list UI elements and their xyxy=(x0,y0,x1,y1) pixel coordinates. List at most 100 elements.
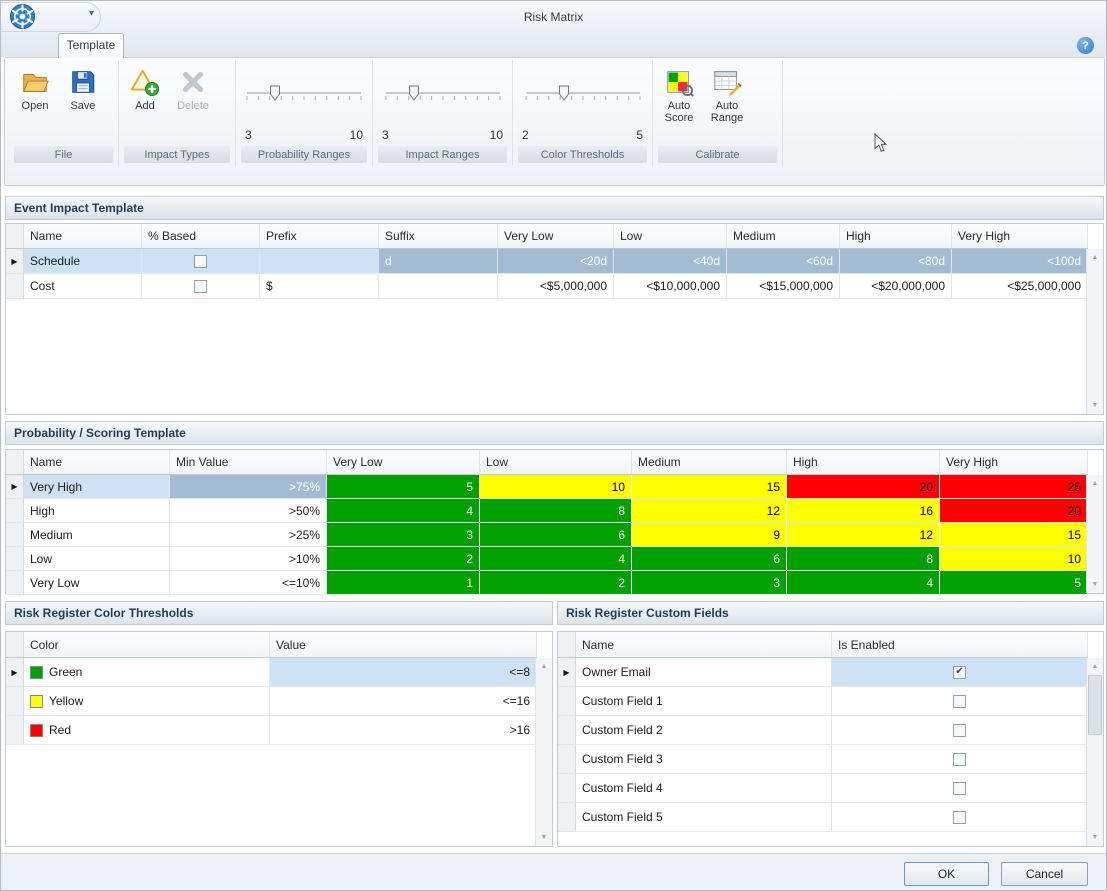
cell-name[interactable]: Custom Field 2 xyxy=(576,716,832,744)
score-cell[interactable]: 9 xyxy=(632,523,787,546)
row-indicator[interactable]: ▶ xyxy=(558,716,576,744)
tab-template[interactable]: Template xyxy=(58,33,124,58)
event-impact-row-schedule[interactable]: ▶ Schedule ✔ d <20d <40d <60d <80d <100d xyxy=(6,249,1088,274)
column-header-name[interactable]: Name xyxy=(576,632,832,657)
score-cell[interactable]: 4 xyxy=(327,499,480,522)
probability-row-high[interactable]: ▶ High >50% 4 8 12 16 20 xyxy=(6,499,1088,523)
save-button[interactable]: Save xyxy=(59,62,107,146)
score-cell[interactable]: 6 xyxy=(480,523,632,546)
is-enabled-checkbox[interactable]: ✔ xyxy=(953,724,966,737)
score-cell[interactable]: 1 xyxy=(327,571,480,594)
slider-thumb[interactable] xyxy=(409,86,418,100)
event-impact-row-cost[interactable]: ▶ Cost ✔ $ <$5,000,000 <$10,000,000 <$15… xyxy=(6,274,1088,299)
score-cell[interactable]: 25 xyxy=(940,475,1088,498)
score-cell[interactable]: 15 xyxy=(632,475,787,498)
cell-low[interactable]: <$10,000,000 xyxy=(614,274,727,298)
cell-medium[interactable]: <$15,000,000 xyxy=(727,274,840,298)
cell-suffix[interactable] xyxy=(379,274,498,298)
cell-name[interactable]: Medium xyxy=(24,523,170,546)
row-indicator[interactable]: ▶ xyxy=(6,716,24,744)
row-indicator[interactable]: ▶ xyxy=(6,249,24,273)
score-cell[interactable]: 2 xyxy=(327,547,480,570)
cell-name[interactable]: Schedule xyxy=(24,249,142,273)
color-thresholds-scrollbar[interactable]: ▲ ▼ xyxy=(535,658,552,846)
score-cell[interactable]: 3 xyxy=(327,523,480,546)
score-cell[interactable]: 8 xyxy=(480,499,632,522)
cell-color[interactable]: Red xyxy=(24,716,270,744)
column-header-very-high[interactable]: Very High xyxy=(940,450,1088,474)
score-cell[interactable]: 12 xyxy=(632,499,787,522)
column-header-low[interactable]: Low xyxy=(480,450,632,474)
is-enabled-checkbox[interactable]: ✔ xyxy=(953,811,966,824)
score-cell[interactable]: 3 xyxy=(632,571,787,594)
custom-field-row-owner-email[interactable]: ▶ Owner Email ✔ xyxy=(558,658,1088,687)
cell-is-enabled[interactable]: ✔ xyxy=(832,687,1088,715)
cell-very-high[interactable]: <$25,000,000 xyxy=(952,274,1088,298)
score-cell[interactable]: 5 xyxy=(940,571,1088,594)
scroll-down-button[interactable]: ▼ xyxy=(1087,830,1103,845)
cell-value[interactable]: <=16 xyxy=(270,687,537,715)
row-indicator[interactable]: ▶ xyxy=(6,571,24,594)
probability-row-very-low[interactable]: ▶ Very Low <=10% 1 2 3 4 5 xyxy=(6,571,1088,595)
probability-ranges-slider[interactable] xyxy=(245,84,363,110)
cell-high[interactable]: <80d xyxy=(840,249,952,273)
cancel-button[interactable]: Cancel xyxy=(1001,862,1088,886)
scrollbar-thumb[interactable] xyxy=(1088,675,1102,735)
row-indicator[interactable]: ▶ xyxy=(6,687,24,715)
delete-impact-type-button[interactable]: Delete xyxy=(169,62,217,146)
pct-based-checkbox[interactable]: ✔ xyxy=(194,280,207,293)
cell-min-value[interactable]: >25% xyxy=(170,523,327,546)
cell-value[interactable]: >16 xyxy=(270,716,537,744)
score-cell[interactable]: 4 xyxy=(787,571,940,594)
cell-name[interactable]: Cost xyxy=(24,274,142,298)
scroll-down-button[interactable]: ▼ xyxy=(1087,398,1103,413)
cell-high[interactable]: <$20,000,000 xyxy=(840,274,952,298)
cell-name[interactable]: Owner Email xyxy=(576,658,832,686)
cell-name[interactable]: Custom Field 3 xyxy=(576,745,832,773)
is-enabled-checkbox[interactable]: ✔ xyxy=(953,782,966,795)
column-header-name[interactable]: Name xyxy=(24,450,170,474)
score-cell[interactable]: 8 xyxy=(787,547,940,570)
column-header-medium[interactable]: Medium xyxy=(727,224,840,248)
threshold-row-green[interactable]: ▶ Green <=8 xyxy=(6,658,537,687)
custom-fields-scrollbar[interactable]: ▲ ▼ xyxy=(1086,658,1103,846)
column-header-high[interactable]: High xyxy=(787,450,940,474)
column-header-low[interactable]: Low xyxy=(614,224,727,248)
is-enabled-checkbox[interactable]: ✔ xyxy=(953,666,966,679)
row-indicator[interactable]: ▶ xyxy=(6,523,24,546)
cell-name[interactable]: Custom Field 1 xyxy=(576,687,832,715)
column-header-very-high[interactable]: Very High xyxy=(952,224,1088,248)
cell-min-value[interactable]: >50% xyxy=(170,499,327,522)
score-cell[interactable]: 20 xyxy=(940,499,1088,522)
cell-name[interactable]: Very High xyxy=(24,475,170,498)
cell-color[interactable]: Green xyxy=(24,658,270,686)
score-cell[interactable]: 16 xyxy=(787,499,940,522)
cell-min-value[interactable]: >10% xyxy=(170,547,327,570)
custom-field-row-1[interactable]: ▶ Custom Field 1 ✔ xyxy=(558,687,1088,716)
cell-very-high[interactable]: <100d xyxy=(952,249,1088,273)
slider-thumb[interactable] xyxy=(271,86,280,100)
cell-color[interactable]: Yellow xyxy=(24,687,270,715)
cell-name[interactable]: Very Low xyxy=(24,571,170,594)
auto-range-button[interactable]: Auto Range xyxy=(703,62,751,146)
row-indicator[interactable]: ▶ xyxy=(558,745,576,773)
cell-is-enabled[interactable]: ✔ xyxy=(832,716,1088,744)
score-cell[interactable]: 10 xyxy=(480,475,632,498)
cell-pct-based[interactable]: ✔ xyxy=(142,249,260,273)
cell-pct-based[interactable]: ✔ xyxy=(142,274,260,298)
column-header-min-value[interactable]: Min Value xyxy=(170,450,327,474)
cell-is-enabled[interactable]: ✔ xyxy=(832,774,1088,802)
scroll-down-button[interactable]: ▼ xyxy=(536,830,552,845)
score-cell[interactable]: 20 xyxy=(787,475,940,498)
row-indicator[interactable]: ▶ xyxy=(6,274,24,298)
scroll-up-button[interactable]: ▲ xyxy=(536,659,552,674)
custom-field-row-3[interactable]: ▶ Custom Field 3 ✔ xyxy=(558,745,1088,774)
cell-prefix[interactable]: $ xyxy=(260,274,379,298)
is-enabled-checkbox[interactable]: ✔ xyxy=(953,695,966,708)
row-indicator[interactable]: ▶ xyxy=(558,774,576,802)
custom-field-row-2[interactable]: ▶ Custom Field 2 ✔ xyxy=(558,716,1088,745)
row-indicator[interactable]: ▶ xyxy=(558,803,576,831)
threshold-row-yellow[interactable]: ▶ Yellow <=16 xyxy=(6,687,537,716)
scroll-down-button[interactable]: ▼ xyxy=(1087,577,1103,592)
open-button[interactable]: Open xyxy=(11,62,59,146)
